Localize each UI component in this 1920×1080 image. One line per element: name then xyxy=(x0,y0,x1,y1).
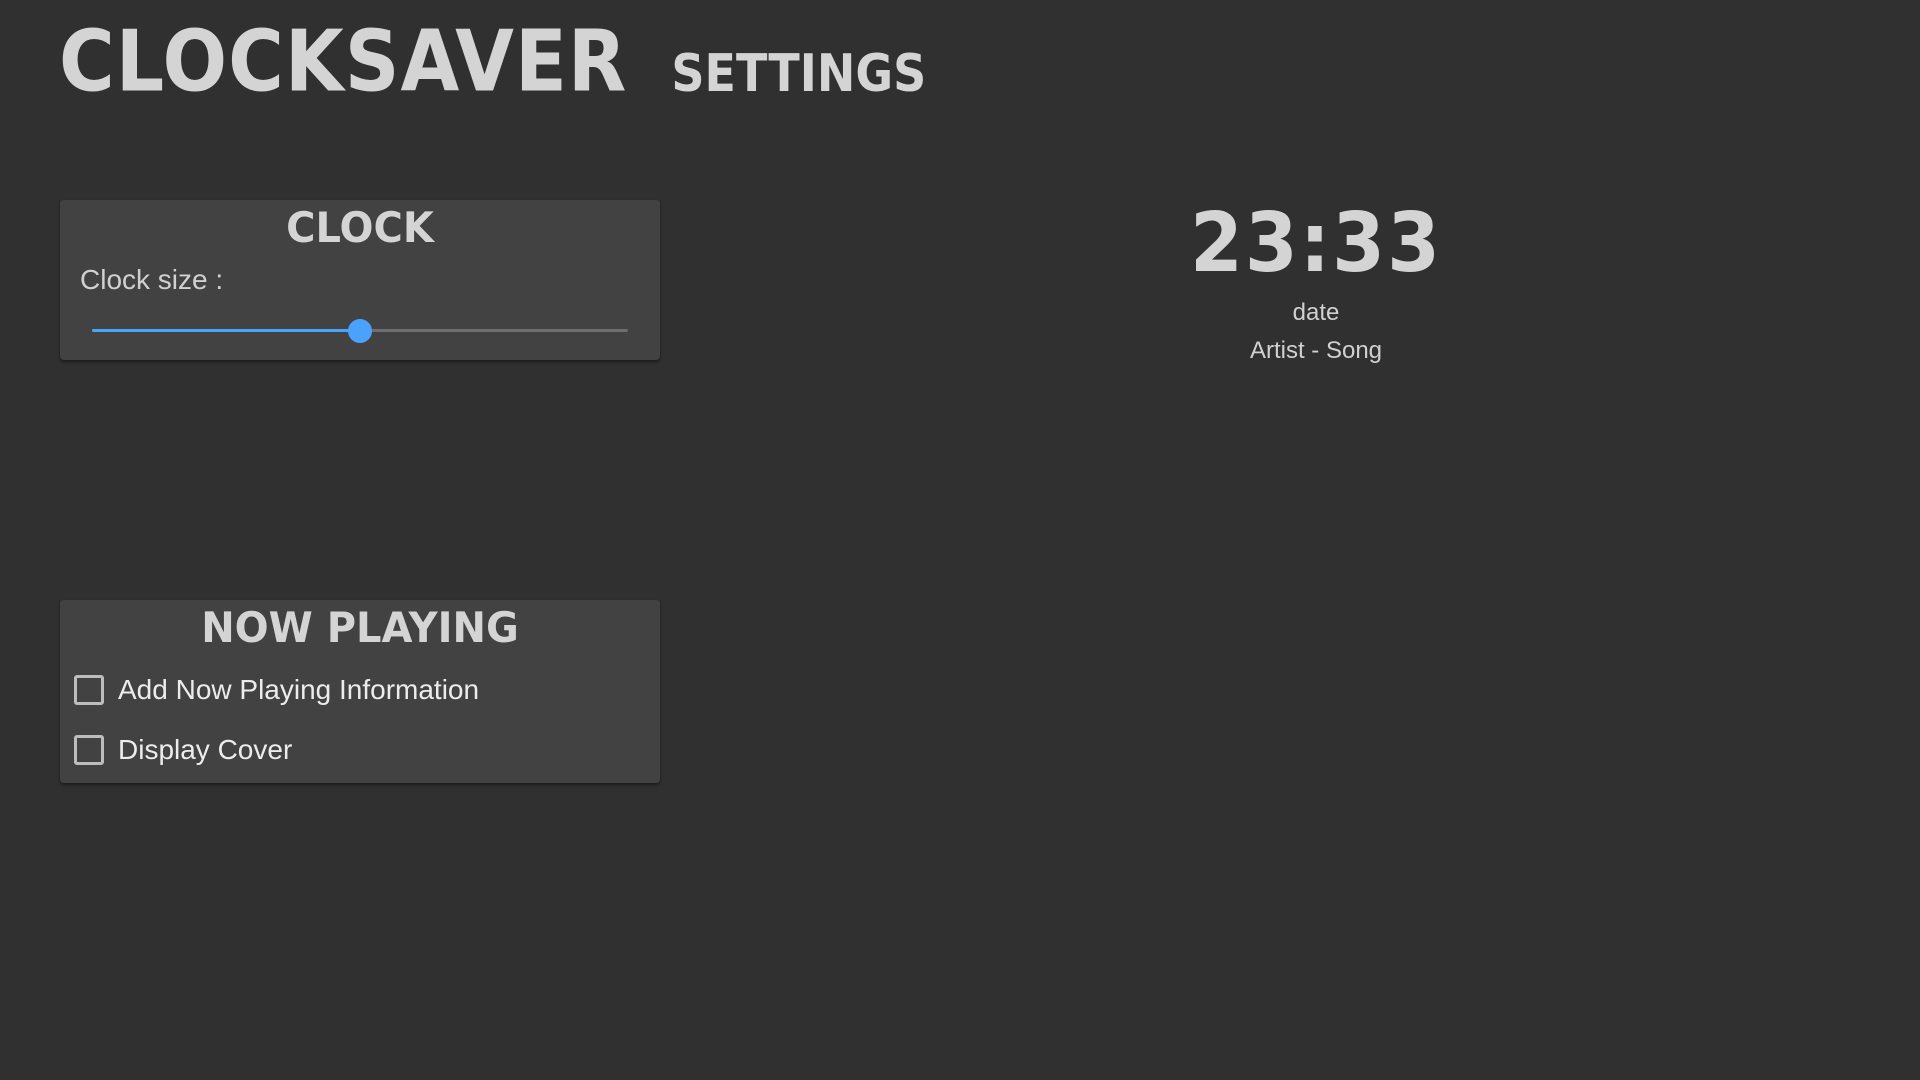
display-cover-label[interactable]: Display Cover xyxy=(118,734,292,766)
slider-fill xyxy=(92,329,360,332)
page-title: SETTINGS xyxy=(671,43,927,104)
clock-size-label: Clock size : xyxy=(80,264,224,295)
clock-preview: 23:33 date Artist - Song xyxy=(1100,194,1532,365)
slider-thumb[interactable] xyxy=(348,319,372,343)
app-title: CLOCKSAVER xyxy=(59,11,628,111)
preview-now-playing: Artist - Song xyxy=(1249,337,1383,364)
clock-card-title: CLOCK xyxy=(286,204,434,253)
now-playing-settings-card: NOW PLAYING Add Now Playing Information … xyxy=(60,600,660,783)
clock-size-slider[interactable] xyxy=(92,318,628,343)
preview-date: date xyxy=(1292,299,1340,326)
clock-settings-card: CLOCK Clock size : xyxy=(60,200,660,360)
display-cover-checkbox[interactable] xyxy=(74,735,104,765)
header: CLOCKSAVER SETTINGS xyxy=(59,18,927,104)
settings-page: CLOCKSAVER SETTINGS CLOCK Clock size : N… xyxy=(0,0,1920,1080)
now-playing-card-title: NOW PLAYING xyxy=(201,604,519,653)
preview-time: 23:33 xyxy=(1190,194,1442,291)
add-now-playing-label[interactable]: Add Now Playing Information xyxy=(118,674,479,706)
add-now-playing-checkbox[interactable] xyxy=(74,675,104,705)
add-now-playing-option[interactable]: Add Now Playing Information xyxy=(74,674,479,706)
display-cover-option[interactable]: Display Cover xyxy=(74,734,292,766)
